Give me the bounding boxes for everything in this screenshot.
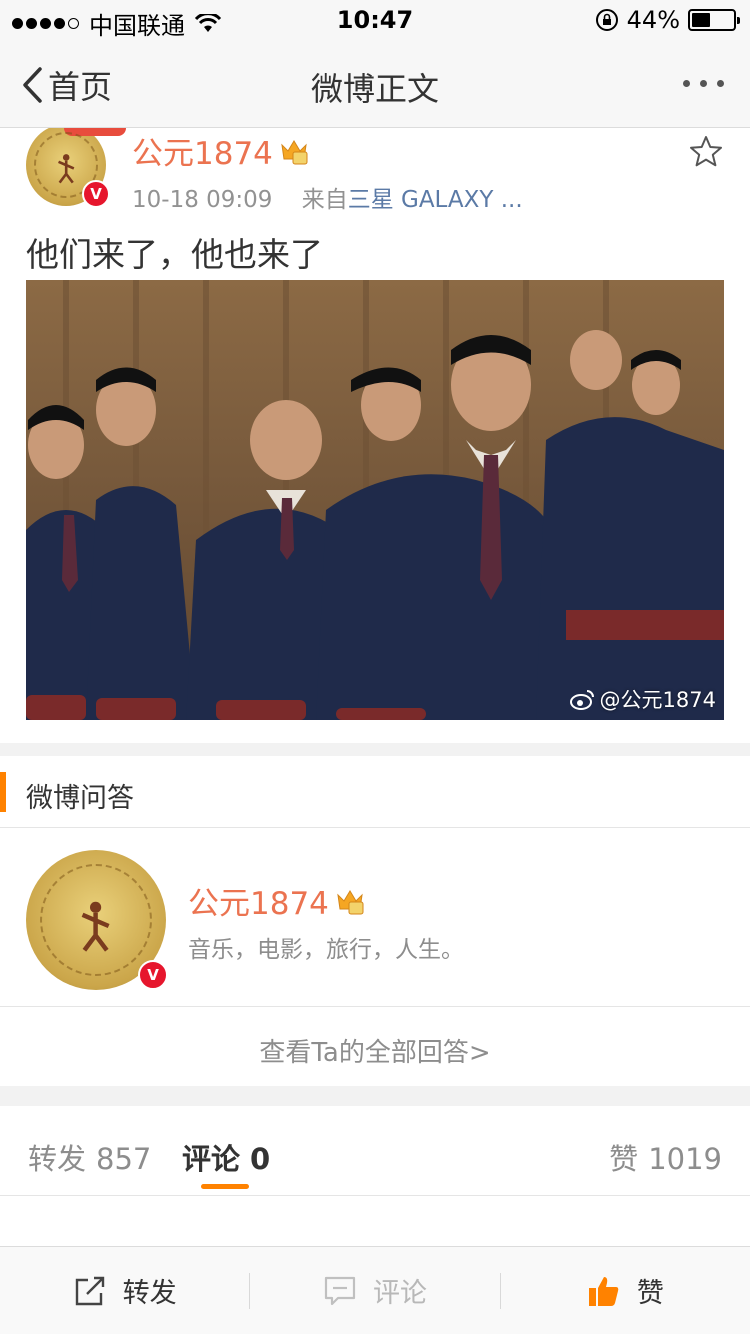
comment-button-label: 评论 (372, 1278, 427, 1309)
qa-card: 微博问答 V 公元1874 音乐，电影，旅行，人生。 查看Ta的全部回答> (0, 756, 750, 1086)
post-source[interactable]: 三星 GALAXY ... (348, 187, 523, 213)
post-tabs: 转发 857 评论 0 赞 1019 (0, 1106, 750, 1196)
like-button-label: 赞 (636, 1278, 664, 1309)
avatar-figure-icon (82, 901, 110, 952)
qa-section-title: 微博问答 (26, 783, 134, 814)
active-tab-indicator (201, 1184, 249, 1189)
comment-icon (324, 1276, 356, 1305)
battery-percent: 44% (626, 6, 680, 34)
tab-repost-count: 857 (96, 1142, 152, 1176)
post-source-prefix: 来自 (301, 187, 348, 213)
tab-like-count: 1019 (648, 1142, 722, 1176)
weibo-logo-icon (569, 690, 594, 710)
qa-bio: 音乐，电影，旅行，人生。 (188, 937, 464, 963)
view-all-answers-link[interactable]: 查看Ta的全部回答> (0, 1032, 750, 1069)
like-button[interactable]: 赞 (501, 1247, 750, 1334)
verified-badge: V (138, 960, 168, 990)
tab-comment-label: 评论 (182, 1142, 241, 1176)
tab-like-label: 赞 (609, 1142, 639, 1176)
rotation-lock-icon (595, 9, 618, 31)
comment-button[interactable]: 评论 (250, 1247, 499, 1334)
star-icon[interactable] (688, 134, 724, 170)
more-icon[interactable] (683, 80, 724, 87)
photo-watermark: @公元1874 (569, 684, 716, 714)
comment-list (0, 1196, 750, 1246)
post-text: 他们来了，他也来了 (26, 235, 323, 274)
repost-button[interactable]: 转发 (0, 1247, 249, 1334)
repost-button-label: 转发 (122, 1278, 177, 1309)
photo-illustration (26, 280, 724, 720)
post-author[interactable]: 公元1874 (132, 128, 309, 173)
tab-like[interactable]: 赞 1019 (609, 1136, 722, 1178)
tab-comment-count: 0 (250, 1142, 271, 1176)
post-timestamp: 10-18 09:09 (132, 187, 273, 213)
status-bar: 中国联通 10:47 44% (0, 0, 750, 40)
avatar-figure-icon (57, 154, 75, 184)
qa-accent-bar (0, 772, 6, 812)
tab-repost[interactable]: 转发 857 (28, 1136, 151, 1178)
crown-icon (281, 139, 308, 164)
thumbs-up-icon (588, 1276, 619, 1306)
battery-icon (688, 9, 740, 31)
share-icon (75, 1276, 104, 1305)
page-title: 微博正文 (310, 70, 439, 108)
avatar[interactable]: V (26, 128, 126, 208)
post-meta: 10-18 09:09 来自三星 GALAXY ... (132, 180, 523, 214)
nav-bar: 首页 微博正文 (0, 40, 750, 128)
divider (0, 1006, 750, 1007)
photo-watermark-text: @公元1874 (599, 688, 716, 712)
post-card: V 公元1874 10-18 09:09 来自三星 GALAXY ... 他们来… (0, 128, 750, 743)
post-author-name: 公元1874 (132, 136, 273, 172)
post-photo[interactable]: @公元1874 (26, 280, 724, 720)
qa-author-name: 公元1874 (188, 886, 329, 922)
bottom-toolbar: 转发 评论 赞 (0, 1246, 750, 1334)
tab-comment[interactable]: 评论 0 (182, 1136, 270, 1178)
qa-avatar[interactable]: V (26, 850, 168, 990)
qa-author[interactable]: 公元1874 (188, 878, 365, 923)
crown-icon (337, 889, 364, 914)
tab-repost-label: 转发 (28, 1142, 87, 1176)
qa-header: 微博问答 (0, 756, 750, 828)
verified-badge: V (82, 180, 110, 208)
